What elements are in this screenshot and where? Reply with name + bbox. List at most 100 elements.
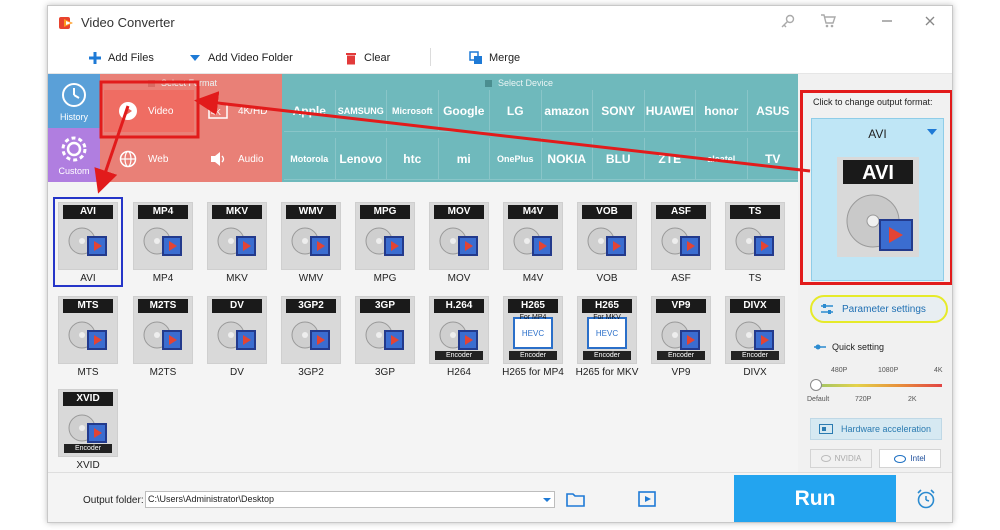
intel-label: Intel: [910, 454, 926, 463]
format-tag: 3GP: [360, 299, 410, 313]
device-brand-apple[interactable]: Apple: [284, 90, 336, 132]
format-mts[interactable]: MTS MTS: [55, 293, 121, 379]
device-brand-mi[interactable]: mi: [438, 138, 490, 180]
web-icon: [118, 149, 138, 169]
format-h264[interactable]: H.264 Encoder H264: [426, 293, 492, 379]
format-wmv[interactable]: WMV WMV: [278, 199, 344, 285]
device-brand-oneplus[interactable]: OnePlus: [490, 138, 542, 180]
format-tag: MTS: [63, 299, 113, 313]
format-m4v[interactable]: M4V M4V: [500, 199, 566, 285]
close-icon[interactable]: [920, 13, 940, 33]
format-h265-for-mp4[interactable]: H265 HEVC For MP4 Encoder H265 for MP4: [500, 293, 566, 379]
film-reel-icon: [291, 227, 330, 256]
key-icon[interactable]: [778, 13, 798, 33]
browse-folder-icon[interactable]: [566, 490, 586, 508]
format-mov[interactable]: MOV MOV: [426, 199, 492, 285]
format-3gp[interactable]: 3GP 3GP: [352, 293, 418, 379]
format-tag: H.264: [434, 299, 484, 313]
film-reel-icon: [735, 321, 774, 350]
clear-button[interactable]: Clear: [344, 49, 390, 67]
format-label: H265 for MKV: [575, 367, 639, 378]
device-brand-asus[interactable]: ASUS: [747, 90, 799, 132]
format-thumbnail: DIVX Encoder: [725, 296, 785, 364]
category-web-label: Web: [148, 153, 169, 165]
custom-gear-icon: [61, 136, 87, 162]
device-brand-tv[interactable]: TV: [747, 138, 799, 180]
format-h265-for-mkv[interactable]: H265 HEVC For MKV Encoder H265 for MKV: [574, 293, 640, 379]
custom-tab[interactable]: Custom: [48, 128, 100, 182]
format-label: TS: [748, 273, 762, 284]
history-tab[interactable]: History: [48, 74, 100, 128]
quick-mark-480p: 480P: [831, 367, 848, 374]
bottom-bar: Output folder: C:\Users\Administrator\De…: [48, 472, 952, 522]
quick-mark-720p: 720P: [855, 396, 872, 403]
cart-icon[interactable]: [818, 13, 838, 33]
format-ts[interactable]: TS TS: [722, 199, 788, 285]
format-thumbnail: TS: [725, 202, 785, 270]
chevron-down-icon[interactable]: [540, 492, 554, 507]
run-button[interactable]: Run: [734, 475, 896, 522]
format-vob[interactable]: VOB VOB: [574, 199, 640, 285]
format-dv[interactable]: DV DV: [204, 293, 270, 379]
format-mkv[interactable]: MKV MKV: [204, 199, 270, 285]
device-brand-huawei[interactable]: HUAWEI: [644, 90, 696, 132]
device-brand-amazon[interactable]: amazon: [541, 90, 593, 132]
format-mpg[interactable]: MPG MPG: [352, 199, 418, 285]
device-brand-nokia[interactable]: NOKIA: [541, 138, 593, 180]
encoder-badge: Encoder: [435, 351, 483, 360]
output-folder-field[interactable]: C:\Users\Administrator\Desktop: [145, 491, 555, 508]
format-label: XVID: [76, 460, 100, 471]
device-brand-alcatel[interactable]: alcatel: [696, 138, 748, 180]
output-format-selector[interactable]: AVI AVI: [811, 118, 944, 281]
device-brand-microsoft[interactable]: Microsoft: [387, 90, 439, 132]
device-brand-honor[interactable]: honor: [696, 90, 748, 132]
format-asf[interactable]: ASF ASF: [648, 199, 714, 285]
gpu-icon: [819, 424, 833, 434]
format-label: WMV: [298, 273, 324, 284]
quick-mark-default: Default: [807, 396, 830, 403]
format-m2ts[interactable]: M2TS M2TS: [130, 293, 196, 379]
device-brand-lenovo[interactable]: Lenovo: [335, 138, 387, 180]
format-xvid[interactable]: XVID Encoder XVID: [55, 386, 121, 472]
format-label: MOV: [447, 273, 471, 284]
format-thumbnail: VP9 Encoder: [651, 296, 711, 364]
add-files-button[interactable]: Add Files: [88, 49, 154, 67]
category-web[interactable]: Web: [118, 138, 198, 180]
minimize-icon[interactable]: [877, 13, 897, 33]
svg-text:4K: 4K: [211, 108, 221, 117]
quick-setting-slider-handle[interactable]: [810, 379, 822, 391]
device-brand-htc[interactable]: htc: [387, 138, 439, 180]
hardware-acceleration-button[interactable]: Hardware acceleration: [810, 418, 942, 440]
category-audio[interactable]: Audio: [208, 138, 280, 180]
device-brand-motorola[interactable]: Motorola: [284, 138, 336, 180]
format-thumbnail: H.264 Encoder: [429, 296, 489, 364]
quick-setting-track[interactable]: [814, 384, 942, 387]
device-brand-zte[interactable]: ZTE: [644, 138, 696, 180]
intel-chip[interactable]: Intel: [879, 449, 941, 468]
format-divx[interactable]: DIVX Encoder DIVX: [722, 293, 788, 379]
device-brand-blu[interactable]: BLU: [593, 138, 645, 180]
toolbar-divider: [430, 48, 431, 66]
format-avi[interactable]: AVI AVI: [53, 197, 123, 287]
format-subtag: For MP4: [519, 314, 547, 321]
format-tag: 3GP2: [286, 299, 336, 313]
intel-logo-icon: [894, 454, 907, 463]
format-vp9[interactable]: VP9 Encoder VP9: [648, 293, 714, 379]
merge-button[interactable]: Merge: [469, 49, 520, 67]
toolbar: Add Files Add Video Folder Clear Merge: [48, 40, 952, 74]
device-brand-samsung[interactable]: SAMSUNG: [335, 90, 387, 132]
open-output-folder-icon[interactable]: [638, 490, 658, 508]
nvidia-chip[interactable]: NVIDIA: [810, 449, 872, 468]
alarm-clock-icon[interactable]: [915, 488, 937, 510]
device-brand-google[interactable]: Google: [438, 90, 490, 132]
parameter-settings-button[interactable]: Parameter settings: [810, 295, 948, 323]
category-4k-hd[interactable]: 4K 4K/HD: [208, 90, 280, 132]
category-video[interactable]: Video: [104, 90, 194, 132]
app-window: Video Converter Add Files Add Video Fold…: [47, 5, 953, 523]
format-tag: AVI: [63, 205, 113, 219]
device-brand-lg[interactable]: LG: [490, 90, 542, 132]
format-3gp2[interactable]: 3GP2 3GP2: [278, 293, 344, 379]
device-brand-sony[interactable]: SONY: [593, 90, 645, 132]
add-video-folder-button[interactable]: Add Video Folder: [188, 49, 293, 67]
format-mp4[interactable]: MP4 MP4: [130, 199, 196, 285]
